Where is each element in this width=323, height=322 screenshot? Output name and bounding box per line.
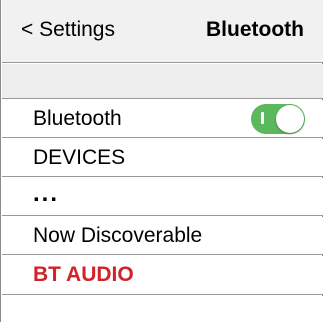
bt-audio-label: BT AUDIO [33, 263, 134, 286]
toggle-knob [276, 104, 304, 133]
navigation-bar: < Settings Bluetooth [2, 0, 323, 63]
page-title: Bluetooth [206, 18, 304, 41]
list-continuation [2, 296, 323, 322]
now-discoverable-label: Now Discoverable [33, 223, 203, 247]
section-spacer [2, 64, 323, 99]
bluetooth-label: Bluetooth [33, 106, 122, 130]
more-label: ... [33, 179, 60, 207]
bluetooth-row: Bluetooth [2, 100, 323, 138]
bt-audio-row[interactable]: BT AUDIO [2, 256, 323, 295]
more-row[interactable]: ... [2, 178, 323, 216]
back-button[interactable]: < Settings [21, 18, 115, 42]
settings-screen: < Settings Bluetooth Bluetooth DEVICES .… [0, 0, 323, 322]
bluetooth-toggle[interactable] [251, 103, 305, 134]
now-discoverable-row: Now Discoverable [2, 217, 323, 255]
devices-row[interactable]: DEVICES [2, 139, 323, 177]
toggle-on-indicator [261, 111, 264, 124]
devices-label: DEVICES [33, 145, 126, 169]
